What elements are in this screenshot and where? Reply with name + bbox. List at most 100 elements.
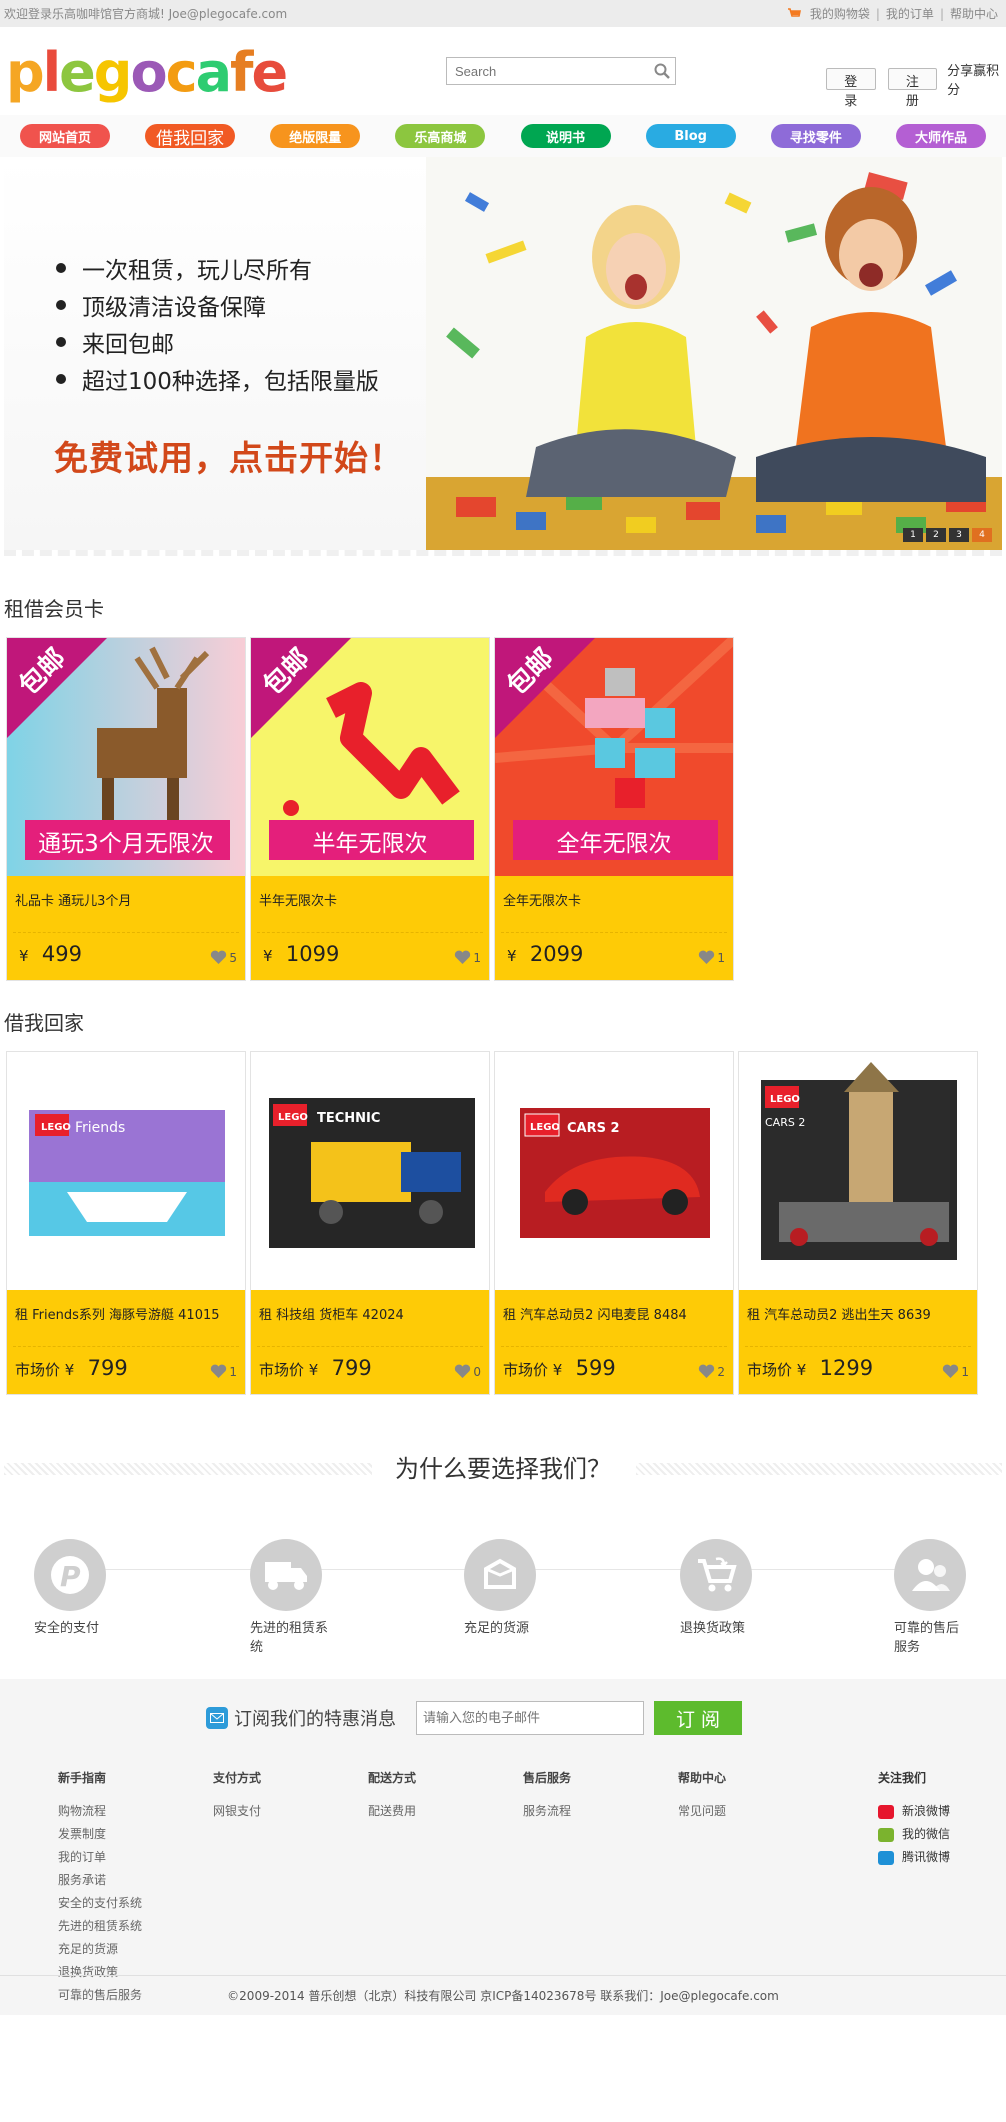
register-button[interactable]: 注册 [887, 68, 938, 109]
nav-limited[interactable]: 绝版限量 [270, 124, 361, 148]
membership-card[interactable]: 包邮 半年无限次 半年无限次卡 ¥ 1099 1 [250, 637, 490, 981]
feature-return-policy[interactable]: 退换货政策 [680, 1539, 800, 1638]
kids-playing-lego-photo [426, 157, 1002, 550]
slider-dot[interactable]: 3 [949, 528, 969, 542]
why-choose-us-header: 为什么要选择我们？ [0, 1439, 1006, 1499]
search-input[interactable] [447, 59, 649, 83]
footer-link[interactable]: 我的订单 [58, 1846, 213, 1869]
weibo-icon [878, 1804, 894, 1819]
heart-icon [699, 1364, 715, 1378]
footer-link[interactable]: 服务承诺 [58, 1869, 213, 1892]
lego-cars-bigben-box: LEGO CARS 2 [739, 1052, 977, 1290]
top-bar: 欢迎登录乐高咖啡馆官方商城! Joe@plegocafe.com 我的购物袋 |… [0, 0, 1006, 27]
free-trial-link[interactable]: 免费试用，点击开始！ [54, 431, 404, 480]
like-counter[interactable]: 5 [210, 950, 237, 965]
feature-sufficient-stock[interactable]: 充足的货源 [464, 1539, 584, 1638]
like-counter[interactable]: 2 [698, 1364, 725, 1379]
lego-cars-mcqueen-box: LEGO CARS 2 [495, 1052, 733, 1290]
plegocafe-logo[interactable]: plegocafe [6, 41, 306, 109]
my-bag-link[interactable]: 我的购物袋 [810, 5, 870, 22]
product-image: LEGO CARS 2 [495, 1052, 733, 1290]
membership-cards: 包邮 通玩3个月无限次 礼品卡 通玩儿3个月 ¥ 499 5 包邮 半年无限次 … [6, 637, 1006, 981]
card-image: 包邮 全年无限次 [495, 638, 733, 876]
membership-card[interactable]: 包邮 通玩3个月无限次 礼品卡 通玩儿3个月 ¥ 499 5 [6, 637, 246, 981]
slider-dot-active[interactable]: 4 [972, 528, 992, 542]
my-orders-link[interactable]: 我的订单 [886, 5, 934, 22]
email-subscribe-input[interactable] [416, 1701, 644, 1735]
help-center-link[interactable]: 帮助中心 [950, 5, 998, 22]
lego-friends-box: LEGO Friends [7, 1052, 245, 1290]
why-choose-us-title: 为什么要选择我们？ [395, 1455, 611, 1483]
footer-link[interactable]: 充足的货源 [58, 1938, 213, 1961]
bullet-item: 来回包邮 [56, 323, 379, 360]
feature-bullets: 一次租赁，玩儿尽所有 顶级清洁设备保障 来回包邮 超过100种选择，包括限量版 [56, 249, 379, 397]
card-image: 包邮 半年无限次 [251, 638, 489, 876]
follow-us: 关注我们 新浪微博 我的微信 腾讯微博 [878, 1769, 950, 1869]
bullet-item: 一次租赁，玩儿尽所有 [56, 249, 379, 286]
product-image: LEGO Friends [7, 1052, 245, 1290]
product-price: 市场价 ¥ 799 [259, 1356, 372, 1380]
card-price: ¥ 499 [19, 942, 82, 966]
login-button[interactable]: 登录 [826, 68, 876, 109]
footer-column-delivery: 配送方式 配送费用 [368, 1769, 523, 2007]
card-name: 礼品卡 通玩儿3个月 [15, 894, 132, 909]
product-card[interactable]: LEGO CARS 2 租 汽车总动员2 闪电麦昆 8484 市场价 ¥ 599… [494, 1051, 734, 1395]
subscribe-button[interactable]: 订 阅 [654, 1701, 742, 1735]
like-counter[interactable]: 0 [454, 1364, 481, 1379]
nav-home[interactable]: 网站首页 [20, 124, 110, 148]
svg-text:Friends: Friends [75, 1120, 125, 1136]
box-icon [464, 1539, 536, 1611]
slider-dot[interactable]: 2 [926, 528, 946, 542]
footer: 订阅我们的特惠消息 订 阅 新手指南 购物流程 发票制度 我的订单 服务承诺 安… [0, 1679, 1006, 2015]
like-counter[interactable]: 1 [698, 950, 725, 965]
card-banner-text: 半年无限次 [312, 831, 428, 857]
share-points-link[interactable]: 分享赢积分 [947, 60, 1006, 98]
product-image: LEGO CARS 2 [739, 1052, 977, 1290]
heart-icon [211, 1364, 227, 1378]
feature-after-sales[interactable]: 可靠的售后服务 [894, 1539, 966, 1657]
hero-banner[interactable]: 一次租赁，玩儿尽所有 顶级清洁设备保障 来回包邮 超过100种选择，包括限量版 … [4, 157, 1002, 556]
product-card[interactable]: LEGO TECHNIC 租 科技组 货柜车 42024 市场价 ¥ 799 0 [250, 1051, 490, 1395]
nav-manuals[interactable]: 说明书 [520, 124, 611, 148]
membership-card[interactable]: 包邮 全年无限次 全年无限次卡 ¥ 2099 1 [494, 637, 734, 981]
product-price: 市场价 ¥ 799 [15, 1356, 128, 1380]
nav-rent-home[interactable]: 借我回家 [145, 124, 236, 149]
card-name: 全年无限次卡 [503, 894, 582, 909]
nav-blog[interactable]: Blog [645, 124, 736, 148]
nav-lego-store[interactable]: 乐高商城 [395, 124, 486, 148]
footer-link[interactable]: 安全的支付系统 [58, 1892, 213, 1915]
product-card[interactable]: LEGO Friends 租 Friends系列 海豚号游艇 41015 市场价… [6, 1051, 246, 1395]
footer-link[interactable]: 先进的租赁系统 [58, 1915, 213, 1938]
footer-link[interactable]: 网银支付 [213, 1800, 368, 1823]
slider-dots: 1 2 3 4 [903, 528, 992, 542]
footer-link[interactable]: 发票制度 [58, 1823, 213, 1846]
tencent-weibo-link[interactable]: 腾讯微博 [878, 1846, 950, 1869]
nav-find-parts[interactable]: 寻找零件 [770, 124, 861, 148]
slider-dot[interactable]: 1 [903, 528, 923, 542]
features-row: P 安全的支付 先进的租赁系统 充足的货源 退换货政策 可靠的售后服务 [0, 1499, 1006, 1679]
svg-text:LEGO: LEGO [530, 1122, 560, 1133]
search-icon[interactable] [649, 59, 675, 83]
footer-column-help: 帮助中心 常见问题 [678, 1769, 833, 2007]
footer-link-columns: 新手指南 购物流程 发票制度 我的订单 服务承诺 安全的支付系统 先进的租赁系统… [58, 1769, 833, 2007]
like-counter[interactable]: 1 [454, 950, 481, 965]
search-box [446, 57, 676, 85]
shopping-bag-icon [787, 8, 801, 17]
top-links: 我的购物袋 | 我的订单 | 帮助中心 [787, 5, 1002, 22]
like-counter[interactable]: 1 [210, 1364, 237, 1379]
nav-master-works[interactable]: 大师作品 [895, 124, 986, 148]
svg-text:CARS 2: CARS 2 [765, 1116, 805, 1129]
card-banner-text: 通玩3个月无限次 [38, 831, 214, 857]
wechat-link[interactable]: 我的微信 [878, 1823, 950, 1846]
footer-link[interactable]: 常见问题 [678, 1800, 833, 1823]
product-card[interactable]: LEGO CARS 2 租 汽车总动员2 逃出生天 8639 市场价 ¥ 129… [738, 1051, 978, 1395]
footer-link[interactable]: 服务流程 [523, 1800, 678, 1823]
footer-link[interactable]: 配送费用 [368, 1800, 523, 1823]
weibo-link[interactable]: 新浪微博 [878, 1800, 950, 1823]
footer-link[interactable]: 购物流程 [58, 1800, 213, 1823]
like-counter[interactable]: 1 [942, 1364, 969, 1379]
membership-section-title: 租借会员卡 [4, 597, 104, 621]
feature-rental-system[interactable]: 先进的租赁系统 [250, 1539, 330, 1657]
account-buttons: 登录 注册 分享赢积分 [826, 60, 1006, 109]
feature-secure-payment[interactable]: P 安全的支付 [34, 1539, 154, 1638]
